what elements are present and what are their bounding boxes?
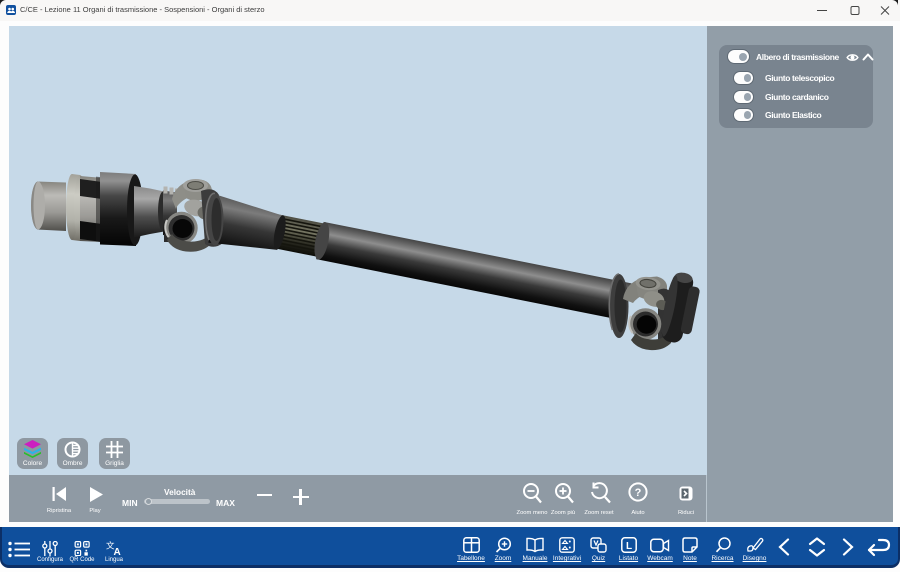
svg-text:A: A <box>113 547 120 556</box>
svg-text:L: L <box>625 541 631 552</box>
svg-text:?: ? <box>635 487 642 499</box>
